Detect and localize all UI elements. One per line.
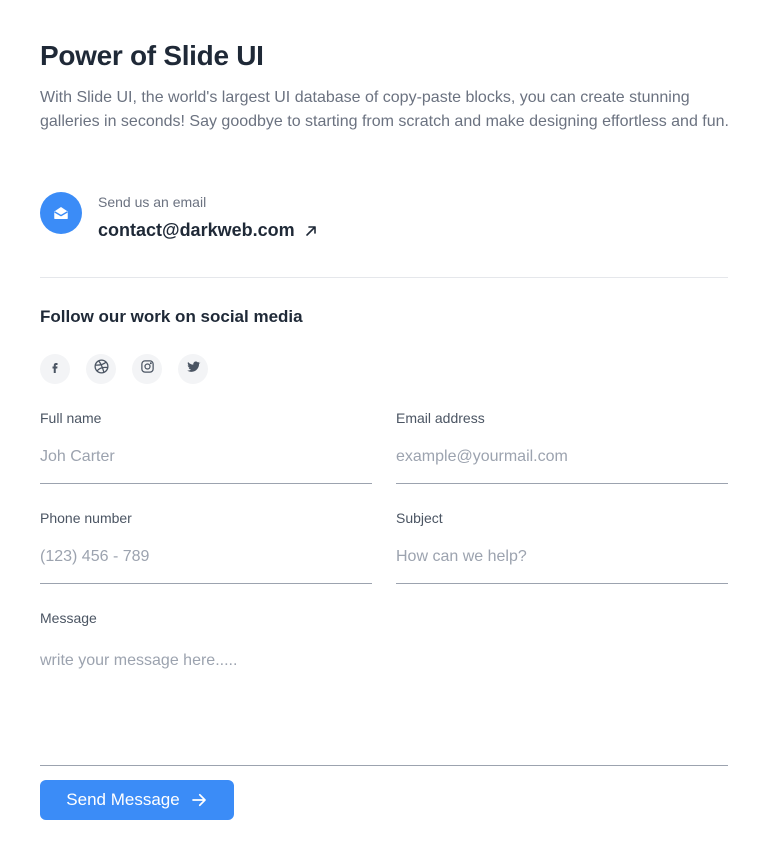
twitter-button[interactable]	[178, 354, 208, 384]
facebook-button[interactable]	[40, 354, 70, 384]
message-field: Message	[40, 610, 728, 766]
email-address-input[interactable]	[396, 444, 728, 484]
page-title: Power of Slide UI	[40, 40, 264, 71]
phone-number-label: Phone number	[40, 510, 132, 526]
page-description: With Slide UI, the world's largest UI da…	[40, 89, 729, 130]
send-message-label: Send Message	[66, 790, 180, 809]
subject-field: Subject	[396, 510, 728, 584]
full-name-input[interactable]	[40, 444, 372, 484]
contact-email-row: contact@darkweb.com	[98, 220, 317, 241]
subject-label: Subject	[396, 510, 443, 526]
facebook-icon	[49, 360, 61, 378]
instagram-icon	[140, 359, 155, 379]
full-name-field: Full name	[40, 410, 372, 484]
email-contact-block: Send us an email contact@darkweb.com	[40, 192, 317, 241]
send-message-button[interactable]: Send Message	[40, 780, 234, 820]
envelope-open-icon	[40, 192, 82, 234]
social-title: Follow our work on social media	[40, 307, 303, 326]
email-address-label: Email address	[396, 410, 485, 426]
message-textarea[interactable]	[40, 644, 728, 766]
dribbble-icon	[93, 358, 110, 380]
contact-text: Send us an email contact@darkweb.com	[98, 194, 317, 241]
dribbble-button[interactable]	[86, 354, 116, 384]
contact-label: Send us an email	[98, 194, 207, 210]
email-address-field: Email address	[396, 410, 728, 484]
message-label: Message	[40, 610, 97, 626]
social-links	[40, 354, 208, 384]
section-divider	[40, 277, 728, 278]
phone-number-input[interactable]	[40, 544, 372, 584]
arrow-up-right-icon[interactable]	[305, 225, 317, 237]
contact-email-link[interactable]: contact@darkweb.com	[98, 220, 295, 241]
full-name-label: Full name	[40, 410, 102, 426]
instagram-button[interactable]	[132, 354, 162, 384]
contact-page: Power of Slide UI With Slide UI, the wor…	[0, 0, 768, 860]
arrow-right-icon	[190, 791, 208, 809]
subject-input[interactable]	[396, 544, 728, 584]
phone-number-field: Phone number	[40, 510, 372, 584]
twitter-icon	[186, 359, 201, 379]
